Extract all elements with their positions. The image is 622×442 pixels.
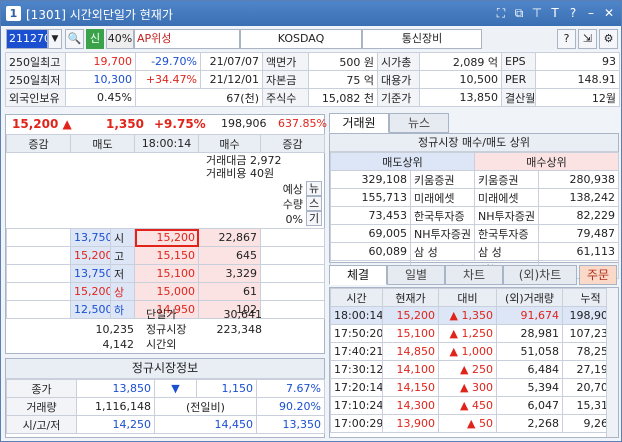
price-row[interactable]: 13,750 시 15,200 22,867 bbox=[6, 228, 325, 247]
volume-rate: 637.85% bbox=[278, 117, 327, 130]
price-row[interactable]: 13,750 저 15,100 3,329 bbox=[6, 264, 325, 283]
up-triangle-icon: ▲ bbox=[449, 345, 458, 358]
font-size-icon[interactable]: T bbox=[547, 5, 563, 21]
trade-amount-box: 거래대금 2,972 거래비용 40원 bbox=[206, 154, 282, 180]
trade-row: 17:20:14 14,150 ▲ 300 5,394 20,709 bbox=[330, 378, 618, 397]
tab-chart[interactable]: 차트 bbox=[445, 265, 503, 285]
search-icon[interactable]: 🔍 bbox=[65, 29, 84, 49]
up-triangle-icon: ▲ bbox=[460, 363, 469, 376]
market-label: KOSDAQ bbox=[240, 29, 362, 49]
broker-row[interactable]: 60,089 삼 성삼 성 61,113 bbox=[330, 242, 620, 261]
trade-row: 17:10:24 14,300 ▲ 450 6,047 15,315 bbox=[330, 396, 618, 415]
broker-title: 정규시장 매수/매도 상위 bbox=[330, 134, 618, 152]
app-number-icon[interactable]: 1 bbox=[6, 6, 21, 21]
tab-news[interactable]: 뉴스 bbox=[389, 113, 449, 133]
up-triangle-icon: ▲ bbox=[460, 381, 469, 394]
up-triangle-icon: ▲ bbox=[449, 309, 458, 322]
stock-info-table: 250일최고 19,700 -29.70% 21/07/07 액면가 500 원… bbox=[5, 52, 620, 107]
tab-trades[interactable]: 체결 bbox=[329, 265, 387, 285]
news-side-button[interactable]: 뉴 bbox=[306, 181, 322, 196]
title-bar: 1 [1301] 시간외단일가 현재가 ⛶ ⧉ ⊤ T ? – ✕ bbox=[1, 1, 621, 26]
code-dropdown-icon[interactable]: ▼ bbox=[48, 29, 62, 49]
toolbar: 211270 ▼ 🔍 신 40% AP위성 KOSDAQ 통신장비 ? ⇲ ⚙ bbox=[3, 28, 619, 50]
trades-table: 시간 현재가 대비 (외)거래량 누적 18:00:14 15,200 ▲ 1,… bbox=[330, 288, 618, 433]
tab-foreign-chart[interactable]: (외)차트 bbox=[503, 265, 577, 285]
trade-row: 17:40:21 14,850 ▲ 1,000 51,058 78,251 bbox=[330, 342, 618, 361]
trades-scrollbar[interactable] bbox=[606, 288, 618, 437]
current-price: 15,200 ▲ bbox=[12, 117, 72, 131]
expand-icon[interactable]: ⇲ bbox=[578, 29, 597, 49]
window-title: [1301] 시간외단일가 현재가 bbox=[26, 8, 173, 22]
help-button-icon[interactable]: ? bbox=[557, 29, 576, 49]
broker-row[interactable]: 73,453 한국투자증 NH투자증권 82,229 bbox=[330, 206, 620, 225]
stock-name: AP위성 bbox=[134, 29, 240, 49]
trade-row: 18:00:14 15,200 ▲ 1,350 91,674 198,906 bbox=[330, 306, 618, 325]
stock-side-button[interactable]: 스 bbox=[306, 196, 322, 211]
trade-row: 17:00:29 13,900 ▲ 50 2,268 9,268 bbox=[330, 414, 618, 433]
total-volume: 198,906 bbox=[221, 117, 267, 130]
trades-header: 시간 현재가 대비 (외)거래량 누적 bbox=[330, 288, 618, 307]
trade-row: 17:30:12 14,100 ▲ 250 6,484 27,193 bbox=[330, 360, 618, 379]
trade-row: 17:50:20 15,100 ▲ 1,250 28,981 107,232 bbox=[330, 324, 618, 343]
up-triangle-icon: ▲ bbox=[467, 417, 476, 430]
price-row[interactable]: 15,200 고 15,150 645 bbox=[6, 246, 325, 265]
price-row[interactable]: 15,200 상 15,000 61 bbox=[6, 282, 325, 301]
info-row: 250일최저 10,300 +34.47% 21/12/01 자본금 75 억 … bbox=[5, 70, 620, 89]
left-totals: 10,235 4,142 bbox=[95, 323, 135, 351]
order-button[interactable]: 주문 bbox=[579, 265, 617, 285]
misc-side-button[interactable]: 기 bbox=[306, 211, 322, 226]
expected-box: 예상 수량 0% bbox=[282, 183, 303, 226]
app-window: 1 [1301] 시간외단일가 현재가 ⛶ ⧉ ⊤ T ? – ✕ 211270… bbox=[0, 0, 622, 442]
change-rate: +9.75% bbox=[154, 117, 206, 131]
link-icon[interactable]: ⛶ bbox=[493, 5, 509, 21]
settings-gear-icon[interactable]: ⚙ bbox=[599, 29, 618, 49]
regular-market-panel: 정규시장정보 종가 13,850 ▼ 1,150 7.67% 거래량 1,116… bbox=[5, 358, 325, 438]
broker-table: 매도상위 매수상위 329,108 키움증권 키움증권 280,938 155,713… bbox=[329, 152, 620, 279]
side-buttons: 뉴 스 기 bbox=[306, 181, 322, 226]
broker-row[interactable]: 329,108 키움증권 키움증권 280,938 bbox=[330, 170, 620, 189]
regular-market-title: 정규시장정보 bbox=[6, 359, 324, 379]
minimize-icon[interactable]: – bbox=[583, 5, 599, 21]
orderbook-header: 증감 매도 18:00:14 매수 증감 bbox=[6, 134, 325, 153]
regular-market-table: 종가 13,850 ▼ 1,150 7.67% 거래량 1,116,148 (전… bbox=[6, 379, 325, 434]
price-ladder: 13,750 시 15,200 22,867 15,200 고 15,150 6… bbox=[6, 228, 325, 319]
up-triangle-icon: ▲ bbox=[460, 399, 469, 412]
help-icon[interactable]: ? bbox=[565, 5, 581, 21]
broker-panel: 정규시장 매수/매도 상위 매도상위 매수상위 329,108 키움증권 키움증권 2… bbox=[329, 133, 620, 279]
pin-icon[interactable]: ⊤ bbox=[529, 5, 545, 21]
stock-code-input[interactable]: 211270 bbox=[6, 29, 48, 49]
trades-panel: 시간 현재가 대비 (외)거래량 누적 18:00:14 15,200 ▲ 1,… bbox=[329, 287, 619, 438]
up-triangle-icon: ▲ bbox=[449, 327, 458, 340]
up-arrow-icon: ▲ bbox=[62, 117, 72, 131]
orderbook-table: 증감 매도 18:00:14 매수 증감 bbox=[6, 134, 325, 153]
info-row: 외국인보유 0.45% 67(천) 주식수 15,082 천 기준가 13,85… bbox=[5, 88, 620, 107]
credit-badge: 신 bbox=[86, 29, 104, 49]
session-values: 30,641 223,348 bbox=[216, 308, 263, 336]
orderbook-panel: 15,200 ▲ 1,350 +9.75% 198,906 637.85% 증감… bbox=[5, 114, 327, 354]
down-arrow-icon: ▼ bbox=[154, 379, 197, 398]
sector-label: 통신장비 bbox=[362, 29, 482, 49]
close-icon[interactable]: ✕ bbox=[601, 5, 617, 21]
window-copy-icon[interactable]: ⧉ bbox=[511, 5, 527, 21]
info-row: 250일최고 19,700 -29.70% 21/07/07 액면가 500 원… bbox=[5, 52, 620, 71]
session-totals: 단일가 정규시장 시간외 bbox=[146, 308, 187, 351]
price-change: 1,350 bbox=[106, 117, 144, 131]
broker-row[interactable]: 69,005 NH투자증권 한국투자증 79,487 bbox=[330, 224, 620, 243]
margin-rate-badge: 40% bbox=[106, 29, 134, 49]
broker-row[interactable]: 155,713 미래에셋 미래에셋 138,242 bbox=[330, 188, 620, 207]
tab-daily[interactable]: 일별 bbox=[387, 265, 445, 285]
tab-broker[interactable]: 거래원 bbox=[329, 113, 389, 133]
title-bar-buttons: ⛶ ⧉ ⊤ T ? – ✕ bbox=[493, 5, 617, 21]
